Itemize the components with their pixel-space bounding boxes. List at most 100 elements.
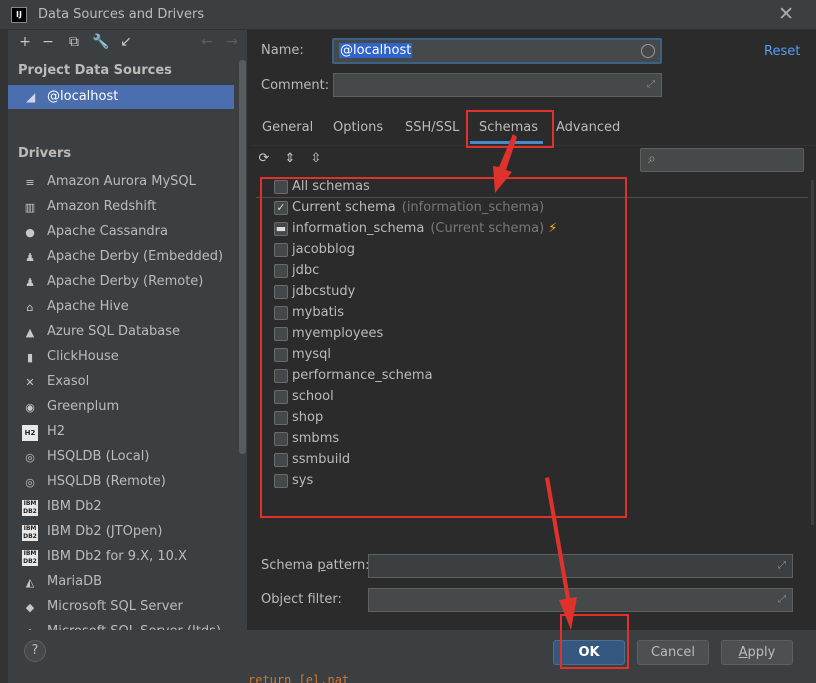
schema-row[interactable]: mysql [274,345,754,366]
schema-label: jdbc [292,263,319,278]
expand-all-icon[interactable]: ⇕ [282,151,298,167]
schema-label: jdbcstudy [292,284,355,299]
schema-checkbox[interactable] [274,243,288,257]
schema-name: Current schema [292,200,396,215]
driver-label: IBM Db2 [47,499,102,514]
comment-label: Comment: [261,78,330,93]
cancel-button[interactable]: Cancel [637,640,709,665]
schema-row[interactable]: jdbc [274,261,754,282]
apply-button[interactable]: Apply [721,640,793,665]
schema-checkbox[interactable] [274,285,288,299]
driver-item[interactable]: IBM DB2 IBM Db2 (JTOpen) [8,520,238,545]
driver-item[interactable]: ✕ Exasol [8,370,238,395]
schema-label: school [292,389,334,404]
schema-checkbox[interactable] [274,474,288,488]
driver-item[interactable]: ◆Microsoft SQL Server (Jtds) [8,620,238,630]
name-input[interactable]: @localhost [332,38,662,64]
tab-options[interactable]: Options [333,120,383,135]
schema-row[interactable]: ssmbuild [274,450,754,471]
schema-row[interactable]: shop [274,408,754,429]
make-global-icon[interactable]: ↙ [117,33,135,51]
tab-general[interactable]: General [262,120,313,135]
schema-name: jdbc [292,263,320,278]
driver-item[interactable]: H2 H2 [8,420,238,445]
expand-icon[interactable]: ⤢ [778,560,786,571]
driver-item[interactable]: ◎ HSQLDB (Remote) [8,470,238,495]
schema-row[interactable]: sys [274,471,754,492]
schema-checkbox[interactable] [274,411,288,425]
forward-arrow-icon[interactable]: → [223,33,241,51]
driver-item[interactable]: ♟ Apache Derby (Remote) [8,270,238,295]
close-icon[interactable]: ✕ [778,3,794,25]
object-filter-input[interactable]: ⤢ [368,588,793,612]
schema-checkbox[interactable] [274,453,288,467]
schema-label: shop [292,410,323,425]
reset-link[interactable]: Reset [764,44,800,59]
schema-row[interactable]: school [274,387,754,408]
driver-item[interactable]: ◎ HSQLDB (Local) [8,445,238,470]
schema-row[interactable]: All schemas [274,177,754,198]
driver-label: Apache Derby (Embedded) [47,249,224,264]
driver-item[interactable]: ◉ Greenplum [8,395,238,420]
greenplum-icon: ◉ [25,401,35,414]
schema-label: mysql [292,347,331,362]
schema-checkbox[interactable] [274,369,288,383]
schema-row[interactable]: ✓ Current schema (information_schema) [274,198,754,219]
driver-item[interactable]: ⌂ Apache Hive [8,295,238,320]
schema-checkbox[interactable] [274,327,288,341]
comment-input[interactable]: ⤢ [333,73,662,97]
schema-search-input[interactable]: ⌕ [640,148,804,172]
data-source-localhost[interactable]: ◢ @localhost [8,85,234,109]
driver-label: Apache Hive [47,299,129,314]
tab-schemas[interactable]: Schemas [479,120,538,135]
collapse-all-icon[interactable]: ⇳ [308,151,324,167]
schema-checkbox[interactable]: ▬ [274,222,288,236]
driver-item[interactable]: ● Apache Cassandra [8,220,238,245]
wrench-icon[interactable]: 🔧 [92,33,110,51]
expand-icon[interactable]: ⤢ [647,79,655,90]
driver-item[interactable]: ◆ Microsoft SQL Server [8,595,238,620]
driver-item[interactable]: ▲ Azure SQL Database [8,320,238,345]
driver-item[interactable]: ▮ ClickHouse [8,345,238,370]
duplicate-icon[interactable]: ⧉ [65,33,83,51]
driver-item[interactable]: ≡ Amazon Aurora MySQL [8,170,238,195]
schema-checkbox[interactable] [274,348,288,362]
back-arrow-icon[interactable]: ← [198,33,216,51]
schema-row[interactable]: jdbcstudy [274,282,754,303]
driver-label: HSQLDB (Remote) [47,474,166,489]
driver-item[interactable]: ▥ Amazon Redshift [8,195,238,220]
status-circle-icon [641,44,655,58]
add-icon[interactable]: + [16,33,34,51]
schema-pattern-input[interactable]: ⤢ [368,554,793,578]
schema-row[interactable]: smbms [274,429,754,450]
driver-item[interactable]: IBM DB2 IBM Db2 [8,495,238,520]
schema-checkbox[interactable] [274,306,288,320]
schema-checkbox[interactable] [274,432,288,446]
help-button[interactable]: ? [24,640,46,662]
schema-checkbox[interactable] [274,180,288,194]
schema-row[interactable]: ▬ information_schema (Current schema) ⚡ [274,219,754,240]
driver-item[interactable]: ♟ Apache Derby (Embedded) [8,245,238,270]
h2-icon: H2 [22,425,38,441]
driver-item[interactable]: IBM DB2 IBM Db2 for 9.X, 10.X [8,545,238,570]
left-scrollbar[interactable] [239,60,246,454]
schema-checkbox[interactable]: ✓ [274,201,288,215]
expand-icon[interactable]: ⤢ [778,594,786,605]
schema-checkbox[interactable] [274,390,288,404]
schema-row[interactable]: myemployees [274,324,754,345]
remove-icon[interactable]: − [39,33,57,51]
schema-row[interactable]: mybatis [274,303,754,324]
schema-hint: (information_schema) [401,200,545,215]
refresh-icon[interactable]: ⟳ [256,151,272,167]
ok-button[interactable]: OK [553,640,625,665]
schema-checkbox[interactable] [274,264,288,278]
schema-name: information_schema [292,221,425,236]
tree-scrollbar[interactable] [811,180,814,525]
schema-name: myemployees [292,326,384,341]
driver-item[interactable]: ◭ MariaDB [8,570,238,595]
schema-pattern-label: Schema pattern: [261,558,370,573]
schema-row[interactable]: performance_schema [274,366,754,387]
tab-ssh-ssl[interactable]: SSH/SSL [405,120,459,135]
schema-row[interactable]: jacobblog [274,240,754,261]
tab-advanced[interactable]: Advanced [556,120,620,135]
